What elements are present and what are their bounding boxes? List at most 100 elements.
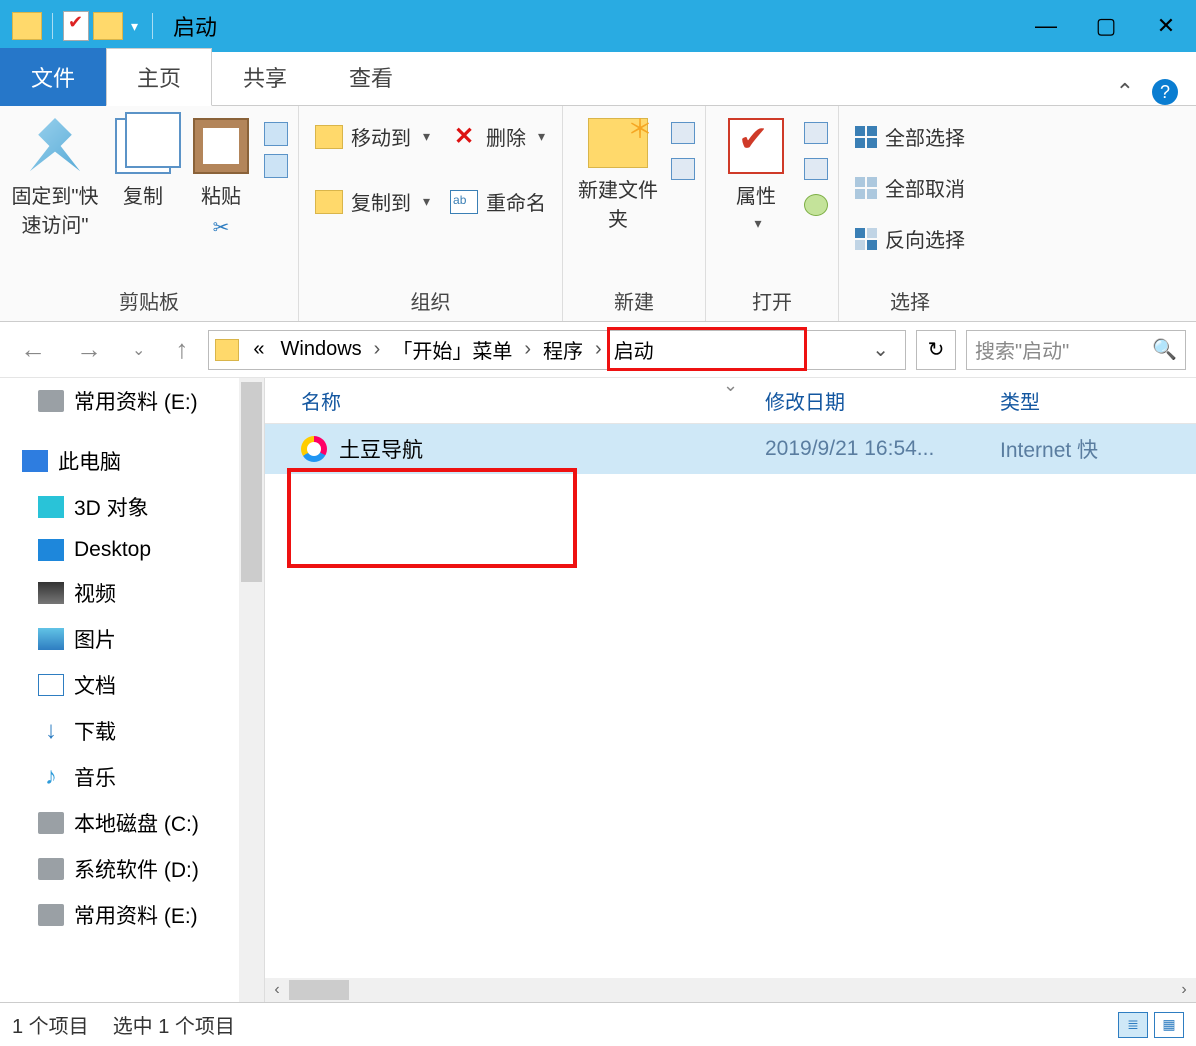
select-all-label: 全部选择 xyxy=(885,122,965,151)
tab-file[interactable]: 文件 xyxy=(0,48,106,106)
folder-icon[interactable] xyxy=(12,12,42,40)
tree-item-music[interactable]: ♪音乐 xyxy=(0,754,239,800)
column-name[interactable]: 名称 xyxy=(265,386,765,415)
column-sort-icon[interactable]: ⌄ xyxy=(723,375,738,396)
group-open: 属性 ▾ 打开 xyxy=(706,106,839,321)
easy-access-icon[interactable] xyxy=(671,158,695,180)
new-folder-button[interactable]: 新建文件夹 xyxy=(573,118,663,232)
scroll-thumb[interactable] xyxy=(289,980,349,1000)
details-view-button[interactable]: ≣ xyxy=(1118,1012,1148,1038)
rename-button[interactable]: 重命名 xyxy=(444,183,552,220)
desktop-icon xyxy=(38,539,64,561)
search-box[interactable]: 搜索"启动" 🔍 xyxy=(966,330,1186,370)
copy-button[interactable]: 复制 xyxy=(108,118,178,209)
properties-button[interactable]: 属性 ▾ xyxy=(716,118,796,232)
tree-item-d[interactable]: 系统软件 (D:) xyxy=(0,846,239,892)
minimize-button[interactable]: — xyxy=(1016,0,1076,52)
tab-share[interactable]: 共享 xyxy=(212,48,318,106)
edit-icon[interactable] xyxy=(804,158,828,180)
up-button[interactable]: ↑ xyxy=(165,334,198,365)
tree-item-desktop[interactable]: Desktop xyxy=(0,530,239,570)
tree-item-e[interactable]: 常用资料 (E:) xyxy=(0,892,239,938)
open-icon[interactable] xyxy=(804,122,828,144)
close-button[interactable]: ✕ xyxy=(1136,0,1196,52)
file-name: 土豆导航 xyxy=(339,434,423,464)
qat-separator-2 xyxy=(152,13,153,39)
breadcrumb-programs[interactable]: 程序 xyxy=(535,335,591,364)
help-icon[interactable]: ? xyxy=(1152,79,1178,105)
delete-label: 删除 xyxy=(486,122,526,151)
tree-scrollbar[interactable] xyxy=(239,378,264,1002)
tab-view[interactable]: 查看 xyxy=(318,48,424,106)
tab-home[interactable]: 主页 xyxy=(106,48,212,106)
icons-view-button[interactable]: ▦ xyxy=(1154,1012,1184,1038)
forward-button[interactable]: → xyxy=(66,334,112,365)
video-icon xyxy=(38,582,64,604)
file-list[interactable]: 土豆导航 2019/9/21 16:54... Internet 快 xyxy=(265,424,1196,978)
tree-label: 常用资料 (E:) xyxy=(74,386,198,416)
new-item-icon[interactable] xyxy=(671,122,695,144)
drive-icon xyxy=(38,858,64,880)
drive-icon xyxy=(38,904,64,926)
copy-to-button[interactable]: 复制到 ▾ xyxy=(309,183,436,220)
minimize-ribbon-icon[interactable]: ⌃ xyxy=(1116,79,1134,105)
music-icon: ♪ xyxy=(38,766,64,788)
scroll-track[interactable] xyxy=(289,978,1172,1002)
column-headers: ⌄ 名称 修改日期 类型 xyxy=(265,378,1196,424)
chevron-down-icon: ▾ xyxy=(755,215,762,232)
horizontal-scrollbar[interactable]: ‹ › xyxy=(265,978,1196,1002)
scissors-icon: ✂ xyxy=(213,215,230,240)
tree-item-documents[interactable]: 文档 xyxy=(0,662,239,708)
move-to-button[interactable]: 移动到 ▾ xyxy=(309,118,436,155)
cube-icon xyxy=(38,496,64,518)
breadcrumb-startmenu[interactable]: 「开始」菜单 xyxy=(384,335,520,364)
pc-icon xyxy=(22,450,48,472)
folder-icon-2[interactable] xyxy=(93,12,123,40)
scroll-right-icon[interactable]: › xyxy=(1172,981,1196,999)
invert-selection-button[interactable]: 反向选择 xyxy=(849,220,971,257)
column-type[interactable]: 类型 xyxy=(1000,386,1196,415)
address-dropdown-icon[interactable]: ⌄ xyxy=(862,337,899,362)
properties-label: 属性 xyxy=(736,180,776,209)
folder-icon xyxy=(215,339,239,361)
paste-path-icon[interactable] xyxy=(264,154,288,178)
nav-tree[interactable]: 常用资料 (E:) 此电脑 3D 对象 Desktop 视频 图片 文档 ↓下载… xyxy=(0,378,265,1002)
scrollbar-thumb[interactable] xyxy=(241,382,262,582)
tree-item-pictures[interactable]: 图片 xyxy=(0,616,239,662)
copy-to-icon xyxy=(315,190,343,214)
paste-shortcut-icon[interactable] xyxy=(264,122,288,146)
history-icon[interactable] xyxy=(804,194,828,216)
tree-item-3d[interactable]: 3D 对象 xyxy=(0,484,239,530)
pin-button[interactable]: 固定到"快速访问" xyxy=(10,118,100,238)
pin-label: 固定到"快速访问" xyxy=(10,180,100,238)
properties-icon[interactable] xyxy=(63,11,89,41)
tree-label: 常用资料 (E:) xyxy=(74,900,198,930)
paste-button[interactable]: 粘贴 ✂ xyxy=(186,118,256,240)
file-row[interactable]: 土豆导航 2019/9/21 16:54... Internet 快 xyxy=(265,424,1196,474)
tree-item-c[interactable]: 本地磁盘 (C:) xyxy=(0,800,239,846)
back-button[interactable]: ← xyxy=(10,334,56,365)
tree-item-videos[interactable]: 视频 xyxy=(0,570,239,616)
select-all-button[interactable]: 全部选择 xyxy=(849,118,971,155)
scroll-left-icon[interactable]: ‹ xyxy=(265,981,289,999)
breadcrumb-windows[interactable]: Windows xyxy=(273,338,370,361)
breadcrumb-separator: › xyxy=(520,338,535,361)
drive-icon xyxy=(38,390,64,412)
breadcrumb-startup[interactable]: 启动 xyxy=(606,335,662,364)
move-to-label: 移动到 xyxy=(351,122,411,151)
qat-dropdown-icon[interactable]: ▾ xyxy=(127,18,142,35)
column-date[interactable]: 修改日期 xyxy=(765,386,1000,415)
refresh-button[interactable]: ↻ xyxy=(916,330,956,370)
tree-item-this-pc[interactable]: 此电脑 xyxy=(0,438,239,484)
delete-button[interactable]: ✕ 删除 ▾ xyxy=(444,118,552,155)
maximize-button[interactable]: ▢ xyxy=(1076,0,1136,52)
tree-label: 此电脑 xyxy=(58,446,121,476)
address-bar[interactable]: « Windows › 「开始」菜单 › 程序 › 启动 ⌄ xyxy=(208,330,906,370)
select-none-button[interactable]: 全部取消 xyxy=(849,169,971,206)
tree-item-downloads[interactable]: ↓下载 xyxy=(0,708,239,754)
qat-separator xyxy=(52,13,53,39)
title-bar: ▾ 启动 — ▢ ✕ xyxy=(0,0,1196,52)
status-selected-count: 选中 1 个项目 xyxy=(113,1010,235,1039)
tree-item-e-top[interactable]: 常用资料 (E:) xyxy=(0,378,239,424)
recent-dropdown-icon[interactable]: ⌄ xyxy=(122,340,155,360)
